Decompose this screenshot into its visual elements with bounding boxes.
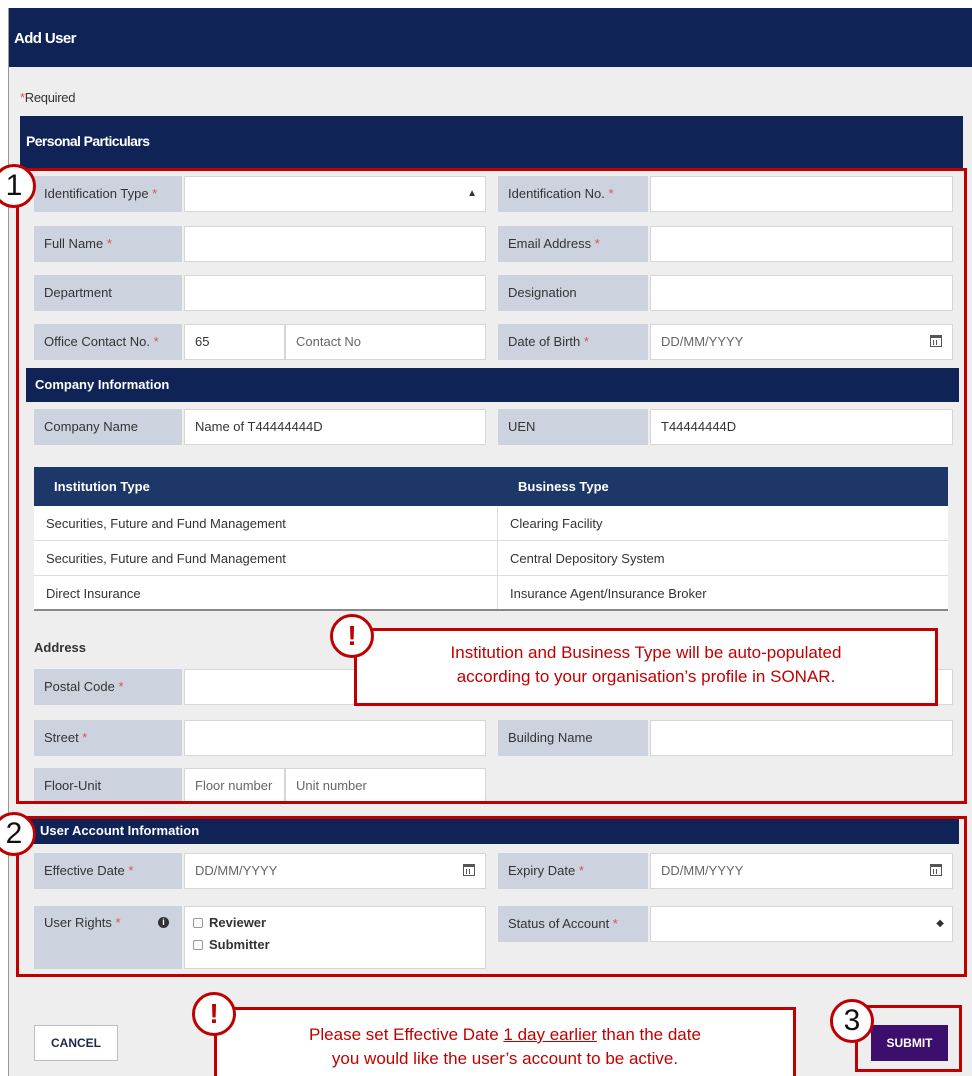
section-personal-particulars: Personal Particulars (20, 116, 963, 168)
callout-effective-date: Please set Effective Date 1 day earlier … (214, 1007, 796, 1076)
required-note: *Required (20, 90, 76, 105)
page-title: Add User (14, 30, 76, 47)
annotation-box-2 (16, 816, 967, 977)
cancel-button[interactable]: CANCEL (34, 1025, 118, 1061)
exclamation-icon: ! (330, 614, 374, 658)
callout-auto-populate: Institution and Business Type will be au… (354, 628, 938, 706)
annotation-box-1 (16, 168, 967, 804)
header-bar: Add User (9, 8, 972, 67)
annotation-marker-3: 3 (830, 999, 874, 1043)
exclamation-icon: ! (192, 992, 236, 1036)
